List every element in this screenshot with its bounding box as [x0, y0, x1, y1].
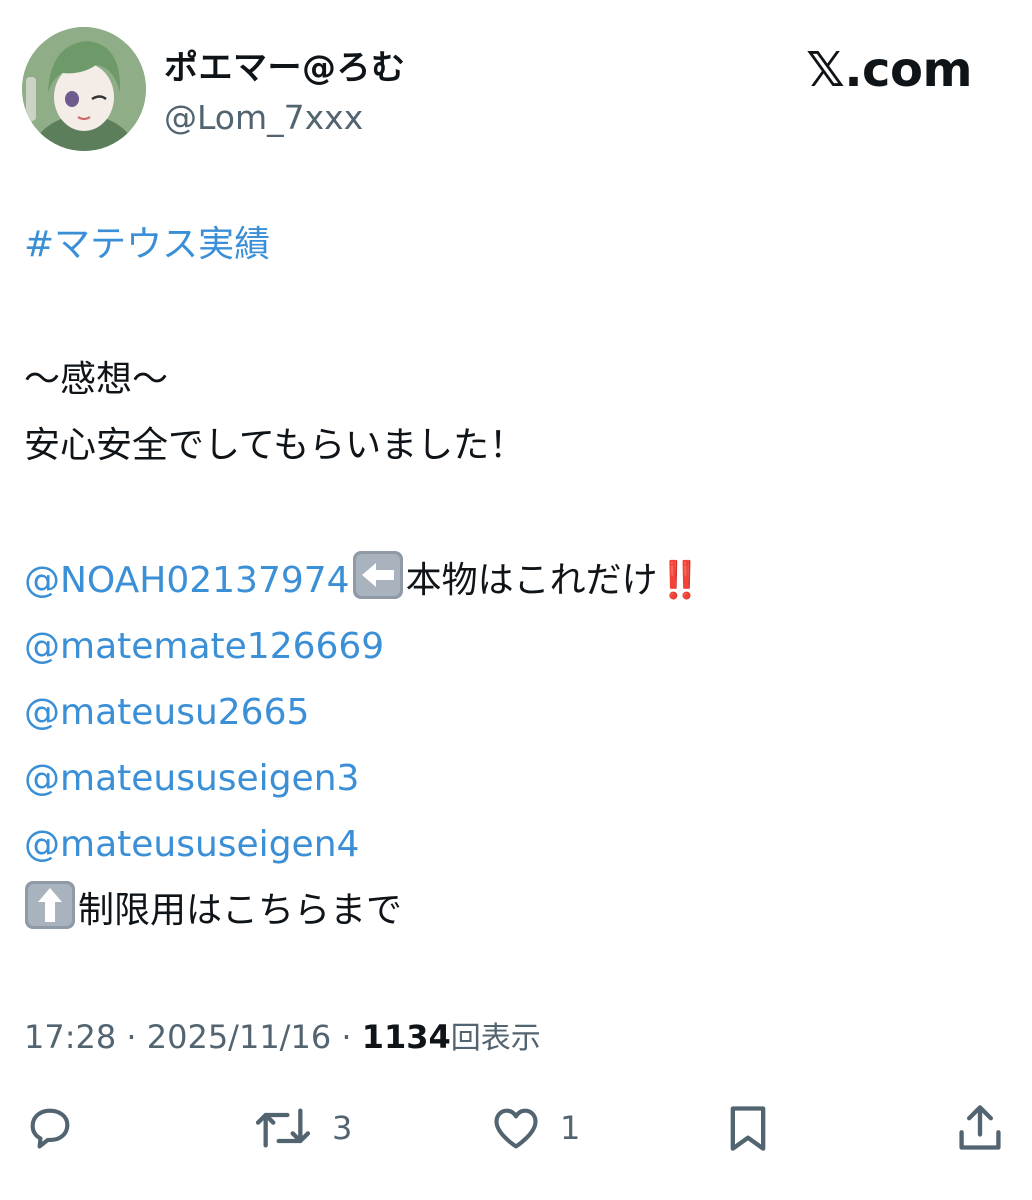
view-label: 回表示	[450, 1021, 541, 1056]
left-arrow-icon	[352, 551, 403, 599]
up-arrow-icon	[25, 881, 75, 929]
display-name[interactable]: ポエマー@ろむ	[164, 44, 406, 92]
like-button[interactable]: 1	[490, 1096, 580, 1160]
avatar[interactable]	[22, 27, 146, 151]
double-exclamation-icon: ‼️	[657, 560, 703, 601]
action-bar: 3 1	[0, 1096, 1032, 1160]
retweet-count: 3	[332, 1109, 353, 1147]
mention-line-1: @NOAH02137974 本物はこれだけ‼️	[24, 548, 703, 614]
closing-line: 制限用はこちらまで	[24, 878, 402, 944]
like-count: 1	[560, 1109, 581, 1147]
view-count: 1134	[361, 1018, 451, 1056]
bookmark-icon	[730, 1106, 766, 1151]
mention-link[interactable]: @mateusu2665	[24, 680, 309, 746]
retweet-button[interactable]: 3	[252, 1096, 352, 1160]
impression-text: 安心安全でしてもらいました！	[24, 425, 526, 466]
mention-link[interactable]: @mateususeigen4	[24, 812, 359, 878]
mention-link[interactable]: @matemate126669	[24, 614, 384, 680]
closing-text: 制限用はこちらまで	[78, 890, 403, 931]
mention-link[interactable]: @NOAH02137974	[24, 560, 350, 601]
mention-link[interactable]: @mateususeigen3	[24, 746, 359, 812]
impression-heading: 〜感想〜	[24, 359, 169, 400]
x-com-logo: 𝕏.com	[806, 42, 972, 98]
speech-bubble-icon	[30, 1108, 70, 1149]
post-date[interactable]: 2025/11/16	[147, 1018, 331, 1056]
user-handle[interactable]: @Lom_7xxx	[164, 96, 363, 140]
meta-separator: ·	[341, 1018, 352, 1056]
heart-icon	[494, 1108, 538, 1149]
reply-button[interactable]	[24, 1096, 76, 1160]
mention-note: 本物はこれだけ	[405, 560, 658, 601]
meta-separator: ·	[126, 1018, 137, 1056]
post-meta: 17:28 · 2025/11/16 · 1134回表示	[24, 1014, 541, 1062]
retweet-icon	[255, 1108, 311, 1148]
hashtag-link[interactable]: #マテウス実績	[24, 212, 270, 278]
avatar-image	[22, 27, 146, 151]
bookmark-button[interactable]	[724, 1096, 772, 1160]
share-button[interactable]	[954, 1096, 1006, 1160]
post-time[interactable]: 17:28	[24, 1018, 116, 1056]
share-icon	[959, 1105, 1001, 1150]
